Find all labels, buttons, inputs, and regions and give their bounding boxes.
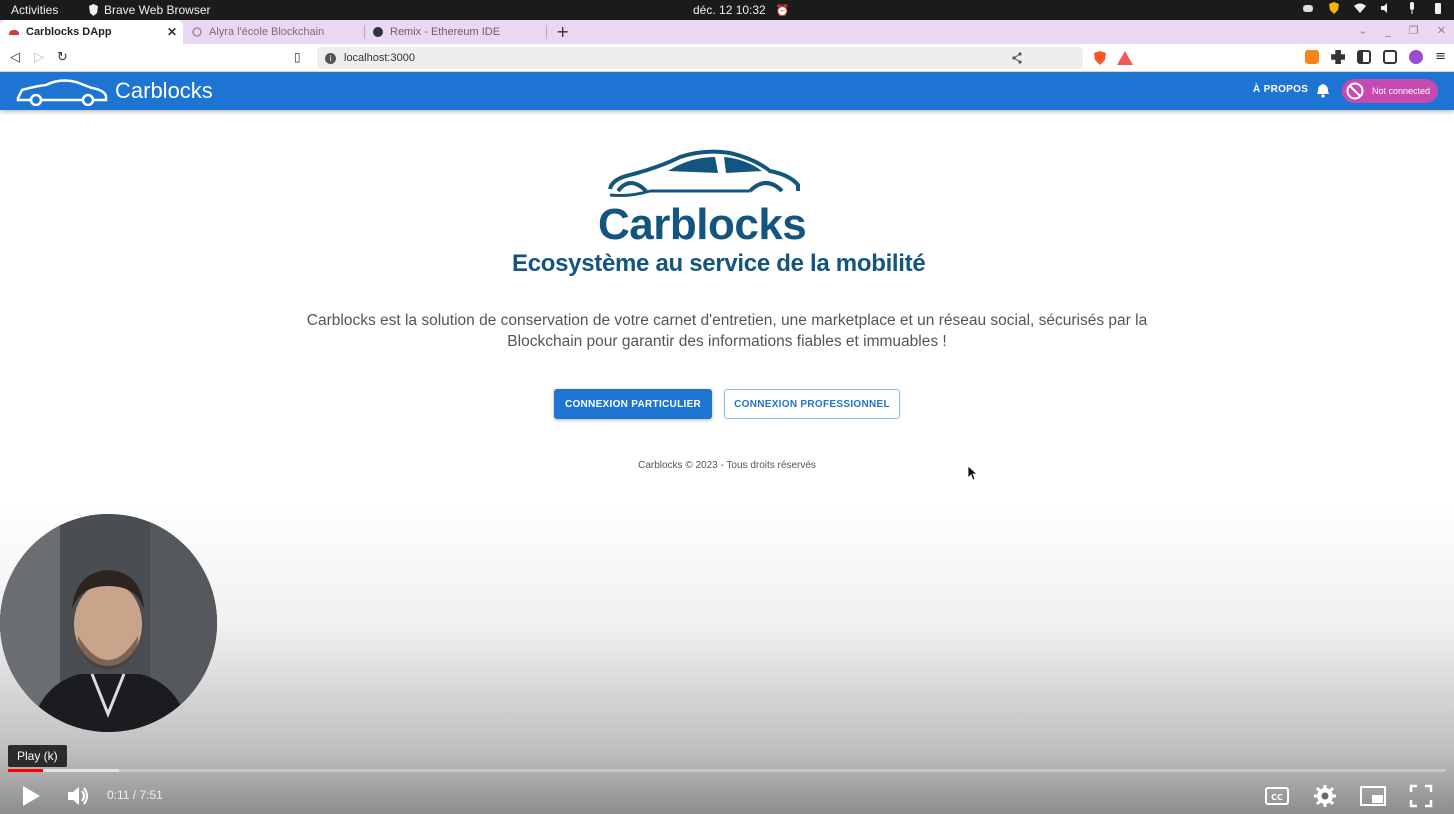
connect-individual-button[interactable]: CONNEXION PARTICULIER [554, 389, 712, 419]
reload-icon[interactable]: ↻ [57, 50, 68, 65]
window-close-icon[interactable]: ✕ [1437, 24, 1446, 37]
brave-lion-icon [89, 4, 98, 16]
brave-shields-icon[interactable] [1093, 51, 1107, 65]
tab-carblocks[interactable]: Carblocks DApp ✕ [0, 20, 183, 44]
hero-title: Carblocks [598, 200, 807, 249]
played-bar [8, 769, 43, 772]
wallet-icon[interactable] [1383, 50, 1398, 64]
alarm-icon: ⏰ [775, 4, 790, 17]
address-bar[interactable]: i localhost:3000 [317, 47, 1133, 69]
video-time: 0:11 / 7:51 [107, 788, 163, 802]
share-icon[interactable] [1011, 52, 1023, 64]
video-progress-bar[interactable] [8, 769, 1446, 772]
tab-list-icon[interactable]: ⌄ [1358, 24, 1367, 37]
play-icon[interactable] [20, 784, 42, 808]
browser-toolbar: ◁ ▷ ↻ ▯ i localhost:3000 ≡ [0, 44, 1454, 72]
footer-copyright: Carblocks © 2023 - Tous droits réservés [638, 460, 816, 471]
bell-icon[interactable] [1316, 83, 1330, 98]
shield-icon [1329, 2, 1339, 14]
maximize-icon[interactable]: ❐ [1409, 24, 1419, 37]
car-favicon-icon [9, 30, 19, 35]
tab-label: Carblocks DApp [26, 26, 112, 38]
app-brand[interactable]: Carblocks [115, 78, 213, 104]
profile-icon[interactable] [1409, 50, 1424, 64]
url-text: localhost:3000 [344, 52, 415, 64]
wallet-status-chip[interactable]: Not connected [1342, 79, 1438, 103]
captions-icon[interactable]: CC [1265, 784, 1289, 808]
webcam-overlay [0, 514, 217, 732]
extension-icons: ≡ [1305, 50, 1446, 64]
alyra-favicon-icon [192, 27, 202, 37]
nav-about-link[interactable]: À PROPOS [1253, 84, 1308, 95]
minimize-icon[interactable]: _ [1385, 24, 1391, 37]
activities-button[interactable]: Activities [11, 3, 58, 17]
fullscreen-icon[interactable] [1409, 784, 1433, 808]
discord-icon [1303, 5, 1313, 12]
tab-strip: Carblocks DApp ✕ Alyra l'école Blockchai… [0, 20, 1454, 44]
mouse-cursor-icon [968, 466, 978, 481]
volume-icon [1381, 3, 1387, 13]
wallet-status-label: Not connected [1372, 86, 1431, 96]
tab-alyra[interactable]: Alyra l'école Blockchain [183, 20, 365, 44]
extensions-puzzle-icon[interactable] [1331, 50, 1346, 64]
system-tray[interactable] [1302, 2, 1444, 14]
tab-label: Alyra l'école Blockchain [209, 26, 325, 38]
car-logo-icon [16, 79, 108, 106]
bookmark-icon[interactable]: ▯ [294, 50, 301, 64]
remix-favicon-icon [373, 27, 383, 37]
tab-separator [546, 25, 547, 39]
app-menu[interactable]: Brave Web Browser [88, 3, 210, 17]
app-header: Carblocks À PROPOS Not connected [0, 72, 1454, 110]
miniplayer-icon[interactable] [1360, 784, 1386, 808]
microphone-icon [1410, 2, 1414, 14]
not-connected-icon [1346, 82, 1364, 100]
app-name: Brave Web Browser [104, 3, 211, 17]
clock[interactable]: déc. 12 10:32 ⏰ [693, 3, 789, 17]
forward-icon[interactable]: ▷ [34, 50, 44, 65]
window-controls: ⌄ _ ❐ ✕ [1358, 24, 1446, 37]
settings-gear-icon[interactable] [1313, 784, 1337, 808]
battery-icon [1435, 3, 1441, 14]
metamask-icon[interactable] [1305, 50, 1320, 64]
svg-text:CC: CC [1271, 793, 1283, 802]
presenter-video-image [0, 514, 217, 732]
play-tooltip: Play (k) [8, 745, 67, 767]
new-tab-button[interactable]: + [556, 22, 569, 41]
datetime: déc. 12 10:32 [693, 3, 766, 17]
tab-remix[interactable]: Remix - Ethereum IDE [364, 20, 546, 44]
menu-icon[interactable]: ≡ [1435, 50, 1446, 64]
system-top-bar: Activities Brave Web Browser déc. 12 10:… [0, 0, 1454, 20]
volume-icon[interactable] [66, 784, 90, 808]
brave-rewards-icon[interactable] [1117, 51, 1133, 65]
wifi-icon [1354, 3, 1366, 13]
connect-professional-button[interactable]: CONNEXION PROFESSIONNEL [724, 389, 900, 419]
video-controls-gradient [0, 500, 1454, 814]
hero-subtitle: Ecosystème au service de la mobilité [512, 250, 926, 277]
tab-label: Remix - Ethereum IDE [390, 26, 501, 38]
hero-description: Carblocks est la solution de conservatio… [306, 312, 1148, 350]
close-icon[interactable]: ✕ [167, 25, 177, 39]
sidebar-icon[interactable] [1357, 50, 1372, 64]
back-icon[interactable]: ◁ [10, 50, 20, 65]
site-info-icon[interactable]: i [325, 52, 336, 64]
